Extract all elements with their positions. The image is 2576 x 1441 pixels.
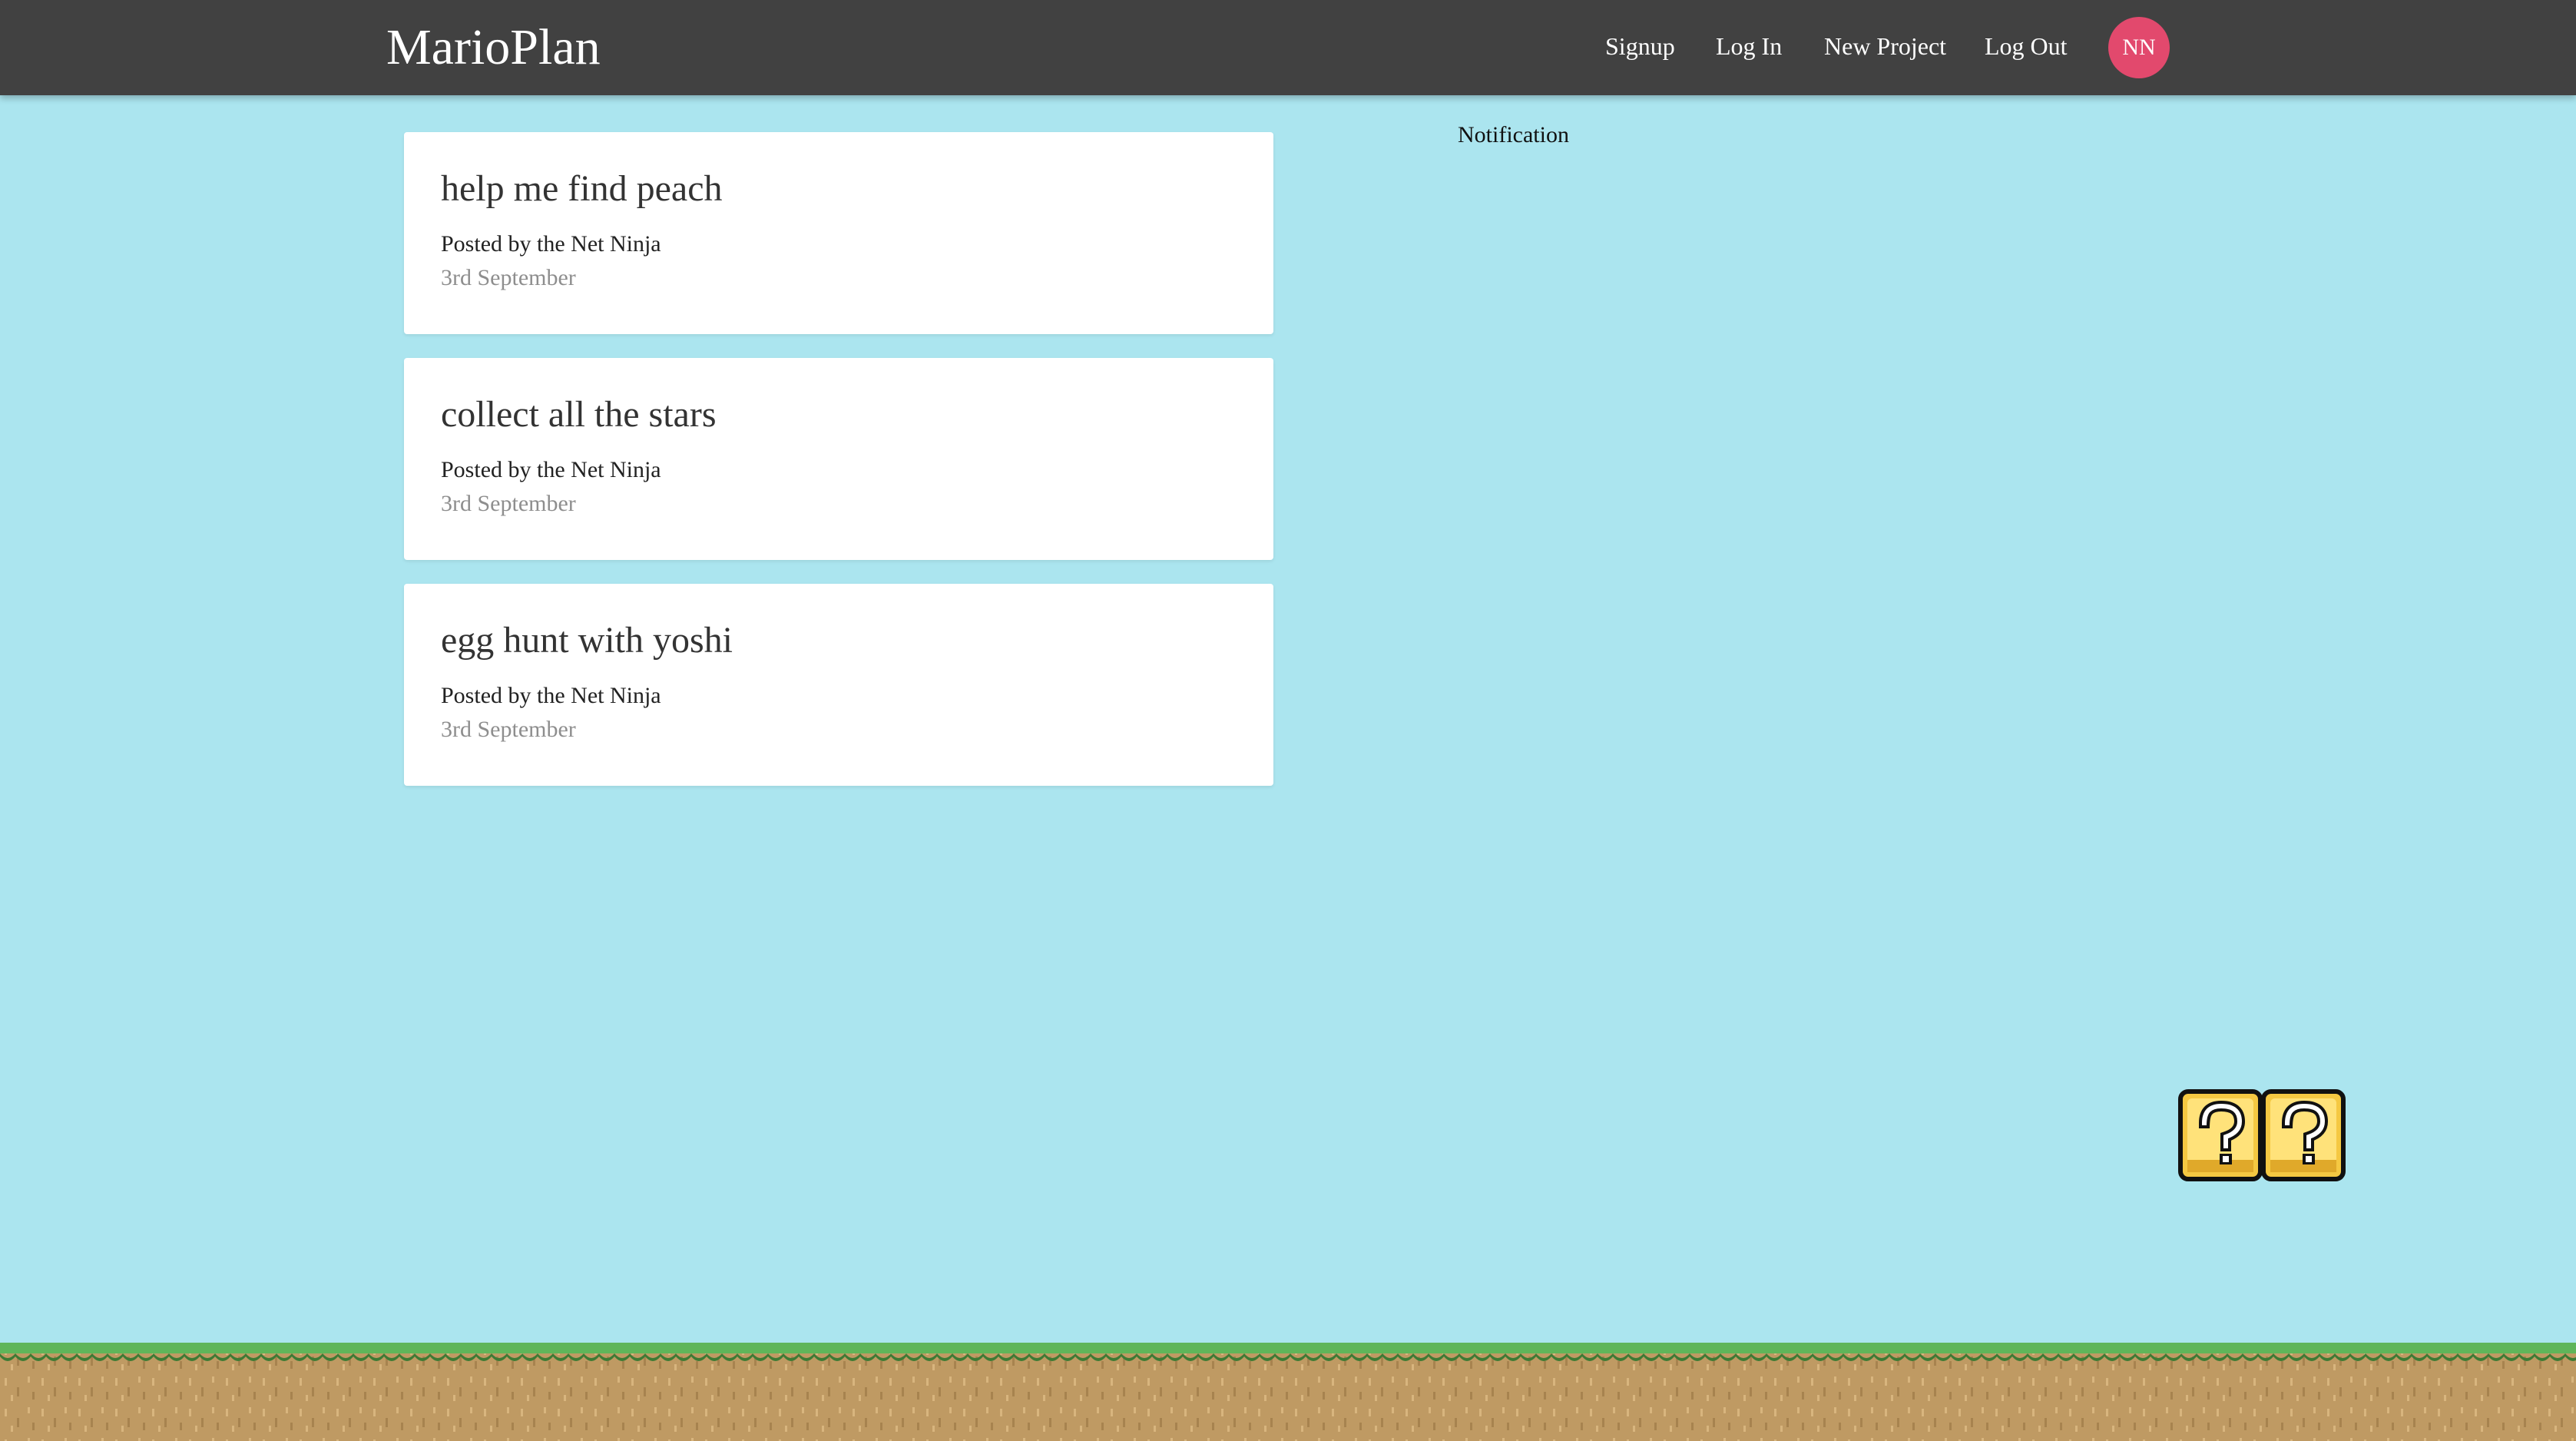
nav-login-link[interactable]: Log In bbox=[1716, 31, 1782, 61]
page: MarioPlan Signup Log In New Project Log … bbox=[0, 0, 2576, 1441]
navbar: MarioPlan Signup Log In New Project Log … bbox=[0, 0, 2576, 95]
project-title: collect all the stars bbox=[441, 394, 717, 435]
project-author: Posted by the Net Ninja bbox=[441, 231, 661, 257]
project-date: 3rd September bbox=[441, 265, 576, 290]
project-date: 3rd September bbox=[441, 717, 576, 742]
project-card[interactable]: egg hunt with yoshi Posted by the Net Ni… bbox=[404, 584, 1273, 786]
project-card[interactable]: help me find peach Posted by the Net Nin… bbox=[404, 132, 1273, 334]
notifications-heading: Notification bbox=[1458, 122, 1569, 147]
brand-logo[interactable]: MarioPlan bbox=[386, 17, 601, 78]
project-card[interactable]: collect all the stars Posted by the Net … bbox=[404, 358, 1273, 560]
question-block-icon bbox=[2178, 1089, 2346, 1181]
grass-ground-icon bbox=[0, 1343, 2576, 1441]
nav-signup-link[interactable]: Signup bbox=[1605, 31, 1675, 61]
project-title: help me find peach bbox=[441, 168, 723, 209]
project-title: egg hunt with yoshi bbox=[441, 620, 733, 661]
project-author: Posted by the Net Ninja bbox=[441, 683, 661, 708]
project-author: Posted by the Net Ninja bbox=[441, 457, 661, 482]
nav-new-project-link[interactable]: New Project bbox=[1824, 31, 1946, 61]
user-avatar[interactable]: NN bbox=[2108, 17, 2170, 78]
nav-logout-link[interactable]: Log Out bbox=[1985, 31, 2068, 61]
project-date: 3rd September bbox=[441, 491, 576, 516]
